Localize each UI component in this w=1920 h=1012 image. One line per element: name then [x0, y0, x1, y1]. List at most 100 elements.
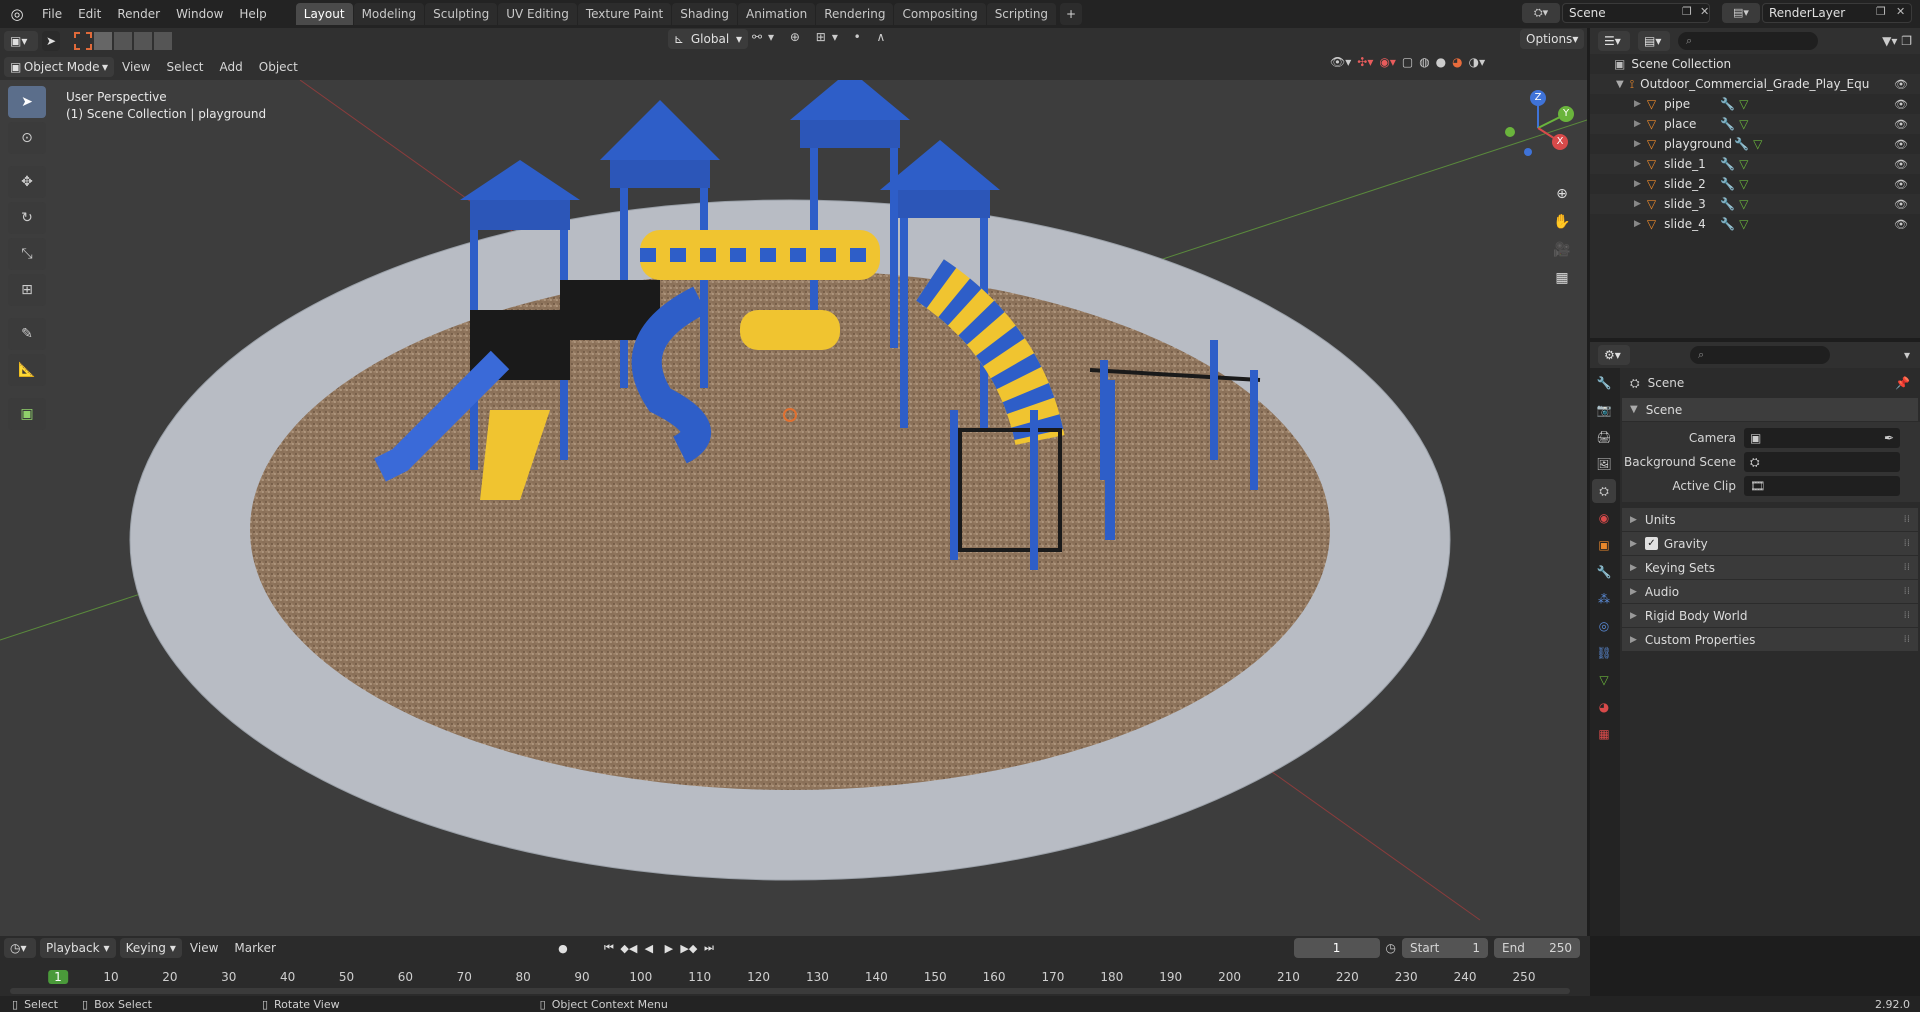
tab-texture-paint[interactable]: Texture Paint — [577, 3, 672, 25]
modifier-wrench-icon[interactable]: 🔧 — [1734, 137, 1749, 151]
tab-animation[interactable]: Animation — [738, 3, 816, 25]
transform-orientation-dropdown[interactable]: ⊾ Global ▾ — [668, 29, 748, 49]
scene-new-icon[interactable]: ❐ — [1682, 5, 1692, 18]
navigation-gizmo[interactable]: Z Y X — [1500, 90, 1576, 166]
visibility-eye-icon[interactable]: 👁 — [1894, 78, 1908, 91]
outliner-display-icon[interactable]: ▤▾ — [1638, 31, 1670, 51]
xray-icon[interactable]: ▢ — [1402, 55, 1413, 69]
outliner-collection-row[interactable]: ▼ ⟟ Outdoor_Commercial_Grade_Play_Equipm… — [1590, 74, 1920, 94]
view-layer-tab-icon[interactable]: 🖼 — [1592, 452, 1616, 476]
mesh-data-icon[interactable]: ▽ — [1753, 137, 1762, 151]
renderlayer-browse-icon[interactable]: ▤▾ — [1722, 3, 1760, 23]
select-box-icon[interactable] — [74, 32, 93, 50]
material-shading-icon[interactable]: ◕ — [1452, 55, 1462, 69]
subpanel-header[interactable]: ▶ Keying Sets ⁞⁞ — [1622, 556, 1918, 580]
wireframe-shading-icon[interactable]: ◍ — [1419, 55, 1429, 69]
gizmo-y-axis[interactable]: Y — [1558, 106, 1574, 122]
viewport-menu-view[interactable]: View — [114, 60, 158, 74]
data-tab-icon[interactable]: ▽ — [1592, 668, 1616, 692]
timeline-scrollbar[interactable] — [10, 988, 1570, 994]
cursor-tool-icon[interactable]: ⊙ — [8, 122, 46, 154]
properties-search-input[interactable]: ⌕ — [1690, 346, 1830, 364]
disclosure-closed-icon[interactable]: ▶ — [1634, 139, 1641, 149]
visibility-eye-icon[interactable]: 👁 — [1894, 178, 1908, 191]
modifier-wrench-icon[interactable]: 🔧 — [1720, 157, 1735, 171]
mesh-data-icon[interactable]: ▽ — [1739, 97, 1748, 111]
outliner-object-row[interactable]: ▶ ▽ place 🔧 ▽ 👁 — [1590, 114, 1920, 134]
visibility-eye-icon[interactable]: 👁 — [1894, 218, 1908, 231]
scene-panel-header[interactable]: ▼ Scene — [1622, 398, 1918, 422]
mesh-data-icon[interactable]: ▽ — [1739, 197, 1748, 211]
subpanel-header[interactable]: ▶ Custom Properties ⁞⁞ — [1622, 628, 1918, 652]
tab-scripting[interactable]: Scripting — [986, 3, 1057, 25]
options-dropdown[interactable]: Options ▾ — [1520, 29, 1584, 49]
scene-tab-icon[interactable]: ⛭ — [1592, 479, 1616, 503]
gizmo-toggle-icon[interactable]: ✣▾ — [1357, 55, 1373, 69]
pan-hand-icon[interactable]: ✋ — [1548, 208, 1576, 236]
filter-icon[interactable]: ▼▾ ❐ — [1882, 34, 1912, 48]
visibility-icon[interactable]: 👁▾ — [1330, 55, 1351, 69]
blender-logo-icon[interactable]: ◎ — [0, 5, 34, 23]
eyedropper-icon[interactable]: ✒ — [1884, 431, 1894, 445]
outliner-object-row[interactable]: ▶ ▽ slide_1 🔧 ▽ 👁 — [1590, 154, 1920, 174]
modifier-wrench-icon[interactable]: 🔧 — [1720, 97, 1735, 111]
object-tab-icon[interactable]: ▣ — [1592, 533, 1616, 557]
subpanel-header[interactable]: ▶ Units ⁞⁞ — [1622, 508, 1918, 532]
modifier-wrench-icon[interactable]: 🔧 — [1720, 117, 1735, 131]
viewport-menu-select[interactable]: Select — [158, 60, 211, 74]
drag-handle-icon[interactable]: ⁞⁞ — [1904, 562, 1910, 573]
tab-layout[interactable]: Layout — [295, 3, 353, 25]
editor-type-icon[interactable]: ▣▾ — [4, 31, 38, 51]
disclosure-closed-icon[interactable]: ▶ — [1634, 159, 1641, 169]
outliner-search-input[interactable]: ⌕ — [1678, 32, 1818, 50]
menu-edit[interactable]: Edit — [70, 0, 109, 28]
disclosure-closed-icon[interactable]: ▶ — [1634, 219, 1641, 229]
visibility-eye-icon[interactable]: 👁 — [1894, 198, 1908, 211]
gravity-checkbox[interactable]: ✓ — [1644, 537, 1658, 550]
visibility-eye-icon[interactable]: 👁 — [1894, 118, 1908, 131]
select-tool-icon[interactable]: ➤ — [8, 86, 46, 118]
subpanel-header[interactable]: ▶ Audio ⁞⁞ — [1622, 580, 1918, 604]
scale-tool-icon[interactable]: ⤡ — [8, 238, 46, 270]
tab-sculpting[interactable]: Sculpting — [425, 3, 498, 25]
pin-icon[interactable]: 📌 — [1895, 376, 1910, 390]
disclosure-closed-icon[interactable]: ▶ — [1634, 119, 1641, 129]
annotate-tool-icon[interactable]: ✎ — [8, 318, 46, 350]
gizmo-z-axis[interactable]: Z — [1530, 90, 1546, 106]
select-intersect-icon[interactable] — [154, 32, 173, 50]
menu-file[interactable]: File — [34, 0, 70, 28]
mesh-data-icon[interactable]: ▽ — [1739, 177, 1748, 191]
visibility-eye-icon[interactable]: 👁 — [1894, 98, 1908, 111]
scene-close-icon[interactable]: ✕ — [1700, 5, 1709, 18]
modifier-wrench-icon[interactable]: 🔧 — [1720, 197, 1735, 211]
mesh-data-icon[interactable]: ▽ — [1739, 217, 1748, 231]
transform-tool-icon[interactable]: ⊞ — [8, 274, 46, 306]
viewport-menu-add[interactable]: Add — [212, 60, 251, 74]
outliner-scene-collection[interactable]: ▣ Scene Collection — [1590, 54, 1920, 74]
output-tab-icon[interactable]: 🖨 — [1592, 425, 1616, 449]
gizmo-x-axis[interactable]: X — [1552, 134, 1568, 150]
select-mode-icon[interactable]: ➤ — [42, 31, 61, 51]
select-invert-icon[interactable] — [134, 32, 153, 50]
outliner-object-row[interactable]: ▶ ▽ slide_2 🔧 ▽ 👁 — [1590, 174, 1920, 194]
pivot-snap-group[interactable]: ⚯▾ ⊕ ⊞▾ • ∧ — [752, 30, 891, 44]
visibility-eye-icon[interactable]: 👁 — [1894, 138, 1908, 151]
drag-handle-icon[interactable]: ⁞⁞ — [1904, 634, 1910, 645]
particles-tab-icon[interactable]: ⁂ — [1592, 587, 1616, 611]
renderlayer-new-icon[interactable]: ❐ — [1876, 5, 1886, 18]
outliner-type-icon[interactable]: ☰▾ — [1598, 31, 1630, 51]
drag-handle-icon[interactable]: ⁞⁞ — [1904, 514, 1910, 525]
properties-type-icon[interactable]: ⚙▾ — [1598, 345, 1630, 365]
disclosure-closed-icon[interactable]: ▶ — [1634, 199, 1641, 209]
disclosure-open-icon[interactable]: ▼ — [1616, 79, 1624, 90]
background-scene-field[interactable]: ⛭ — [1744, 452, 1900, 472]
object-mode-dropdown[interactable]: ▣ Object Mode ▾ — [4, 57, 114, 77]
tab-modeling[interactable]: Modeling — [353, 3, 425, 25]
solid-shading-icon[interactable]: ● — [1436, 55, 1446, 69]
rendered-shading-icon[interactable]: ◑▾ — [1469, 55, 1486, 69]
viewport-menu-object[interactable]: Object — [251, 60, 306, 74]
drag-handle-icon[interactable]: ⁞⁞ — [1904, 610, 1910, 621]
menu-render[interactable]: Render — [109, 0, 168, 28]
mesh-data-icon[interactable]: ▽ — [1739, 157, 1748, 171]
scene-browse-icon[interactable]: ⛭▾ — [1522, 3, 1560, 23]
